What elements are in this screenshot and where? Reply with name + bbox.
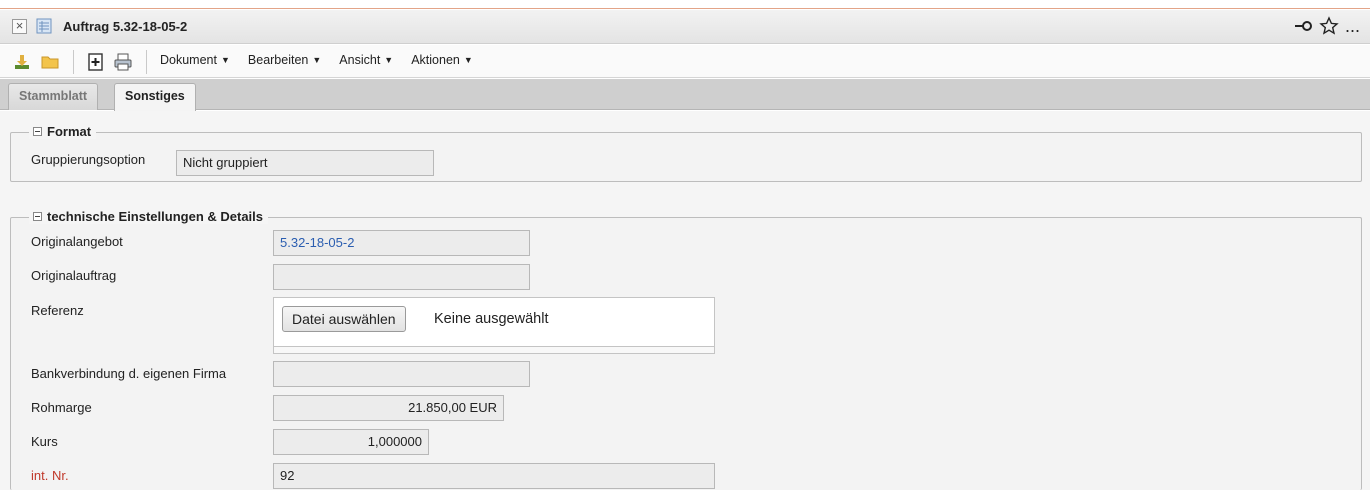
gruppierung-label: Gruppierungsoption	[31, 152, 146, 167]
star-icon[interactable]	[1319, 16, 1339, 36]
collapse-icon[interactable]	[33, 212, 42, 221]
referenz-file-input: Datei auswählen Keine ausgewählt	[273, 297, 715, 347]
toolbar-separator	[73, 50, 74, 74]
technical-group: technische Einstellungen & Details Origi…	[10, 209, 1362, 490]
more-icon[interactable]: ...	[1345, 16, 1360, 36]
tab-sonstiges[interactable]: Sonstiges	[114, 83, 196, 111]
folder-icon[interactable]	[41, 53, 59, 71]
download-icon[interactable]	[13, 53, 31, 71]
choose-file-button[interactable]: Datei auswählen	[282, 306, 406, 332]
format-legend[interactable]: Format	[29, 124, 97, 139]
kurs-field[interactable]: 1,000000	[273, 429, 429, 455]
close-icon[interactable]: ×	[12, 19, 27, 34]
tab-bar: Stammblatt Sonstiges	[0, 79, 1370, 111]
originalauftrag-label: Originalauftrag	[31, 268, 117, 283]
document-icon	[36, 18, 52, 34]
menu-ansicht[interactable]: Ansicht ▼	[339, 53, 393, 67]
menu-dokument[interactable]: Dokument ▼	[160, 53, 230, 67]
window-titlebar: × Auftrag 5.32-18-05-2 ...	[0, 10, 1370, 44]
tab-content: Format Gruppierungsoption Nicht gruppier…	[0, 111, 1370, 490]
file-status: Keine ausgewählt	[434, 311, 549, 327]
toolbar: Dokument ▼ Bearbeiten ▼ Ansicht ▼ Aktionen ▼	[0, 45, 1370, 78]
originalangebot-link[interactable]: 5.32-18-05-2	[273, 230, 530, 256]
chevron-down-icon: ▼	[220, 55, 230, 65]
pin-icon[interactable]	[1293, 16, 1313, 36]
bankverbindung-label: Bankverbindung d. eigenen Firma	[31, 366, 227, 381]
referenz-label: Referenz	[31, 303, 84, 318]
toolbar-separator	[146, 50, 147, 74]
collapse-icon[interactable]	[33, 127, 42, 136]
chevron-down-icon: ▼	[463, 55, 473, 65]
int-nr-label: int. Nr.	[31, 468, 69, 483]
tab-stammblatt[interactable]: Stammblatt	[8, 83, 99, 110]
chevron-down-icon: ▼	[384, 55, 394, 65]
chevron-down-icon: ▼	[312, 55, 322, 65]
window-actions: ...	[1293, 16, 1360, 36]
gruppierung-select[interactable]: Nicht gruppiert	[176, 150, 434, 176]
int-nr-field[interactable]: 92	[273, 463, 715, 489]
window-title: Auftrag 5.32-18-05-2	[63, 19, 188, 34]
rohmarge-field: 21.850,00 EUR	[273, 395, 504, 421]
rohmarge-label: Rohmarge	[31, 400, 92, 415]
new-document-icon[interactable]	[87, 53, 105, 71]
window-top-accent	[0, 0, 1370, 9]
menu-bar: Dokument ▼ Bearbeiten ▼ Ansicht ▼ Aktionen ▼	[160, 53, 491, 67]
bankverbindung-field[interactable]	[273, 361, 530, 387]
menu-aktionen[interactable]: Aktionen ▼	[411, 53, 473, 67]
print-icon[interactable]	[114, 53, 132, 71]
kurs-label: Kurs	[31, 434, 58, 449]
format-group: Format Gruppierungsoption Nicht gruppier…	[10, 124, 1362, 182]
originalangebot-label: Originalangebot	[31, 234, 123, 249]
originalauftrag-field[interactable]	[273, 264, 530, 290]
technical-legend[interactable]: technische Einstellungen & Details	[29, 209, 268, 224]
referenz-list-strip	[273, 346, 715, 354]
menu-bearbeiten[interactable]: Bearbeiten ▼	[248, 53, 321, 67]
